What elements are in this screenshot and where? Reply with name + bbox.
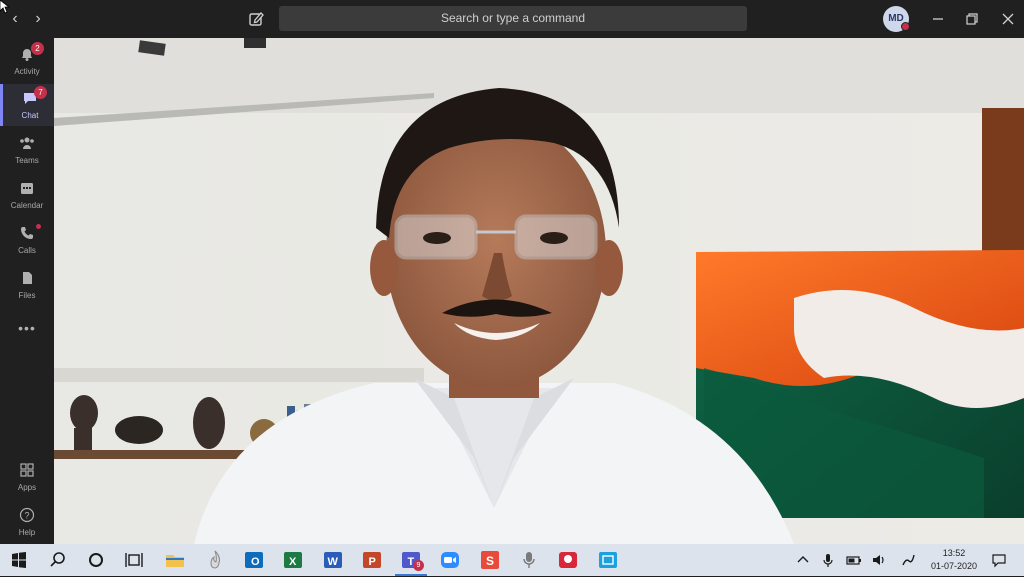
system-clock[interactable]: 13:52 01-07-2020	[922, 547, 986, 573]
powerpoint-icon[interactable]: P	[360, 548, 384, 572]
calls-notification-dot	[36, 224, 41, 229]
participant-video-image	[54, 38, 1024, 544]
restore-icon[interactable]	[962, 9, 982, 29]
rail-item-activity[interactable]: 2 Activity	[0, 40, 54, 82]
compose-icon[interactable]	[246, 9, 266, 29]
flame-app-icon[interactable]	[203, 548, 227, 572]
mouse-cursor-icon	[0, 0, 10, 14]
show-hidden-icons-icon[interactable]	[795, 552, 811, 568]
clock-date: 01-07-2020	[930, 561, 978, 571]
forward-icon[interactable]: ›	[28, 9, 48, 29]
file-explorer-icon[interactable]	[163, 548, 187, 572]
rail-item-teams[interactable]: Teams	[0, 129, 54, 171]
cortana-icon[interactable]	[84, 548, 108, 572]
teams-taskbar-button[interactable]: T 9	[395, 548, 427, 576]
close-icon[interactable]	[998, 9, 1018, 29]
clock-time: 13:52	[942, 548, 966, 558]
battery-icon[interactable]	[846, 552, 862, 568]
blue-app-icon[interactable]	[596, 548, 620, 572]
rail-item-label: Teams	[15, 156, 39, 165]
excel-icon[interactable]: X	[281, 548, 305, 572]
volume-icon[interactable]	[871, 552, 887, 568]
zoom-icon[interactable]	[438, 548, 462, 572]
chat-badge: 7	[34, 86, 47, 99]
rail-item-label: Chat	[21, 111, 39, 120]
word-icon[interactable]: W	[321, 548, 345, 572]
file-icon	[23, 272, 32, 284]
svg-text:O: O	[251, 556, 260, 568]
rail-item-label: Apps	[17, 483, 37, 492]
microphone-app-icon[interactable]	[517, 548, 541, 572]
title-bar: ‹ › Search or type a command MD	[0, 0, 1024, 38]
svg-text:S: S	[486, 554, 494, 568]
pen-workspace-icon[interactable]	[900, 552, 916, 568]
microphone-icon[interactable]	[820, 552, 836, 568]
activity-badge: 2	[31, 42, 44, 55]
teams-taskbar-badge: 9	[413, 560, 424, 571]
rail-item-apps[interactable]: Apps	[0, 456, 54, 498]
apps-icon	[20, 463, 34, 477]
more-apps-button[interactable]: •••	[0, 320, 54, 336]
rail-item-chat[interactable]: 7 Chat	[0, 84, 54, 126]
help-icon: ?	[19, 507, 35, 523]
outlook-icon[interactable]: O	[242, 548, 266, 572]
rail-item-calendar[interactable]: Calendar	[0, 174, 54, 216]
task-view-icon[interactable]	[122, 548, 146, 572]
rail-item-help[interactable]: ? Help	[0, 501, 54, 543]
minimize-icon[interactable]	[928, 9, 948, 29]
search-input[interactable]: Search or type a command	[279, 6, 747, 31]
teams-icon	[20, 137, 34, 149]
red-app-icon[interactable]	[556, 548, 580, 572]
rail-item-label: Files	[18, 291, 36, 300]
svg-text:W: W	[328, 556, 339, 568]
calendar-icon	[21, 183, 33, 194]
rail-item-files[interactable]: Files	[0, 264, 54, 306]
app-rail: 2 Activity 7 Chat Teams Calendar Calls F…	[0, 38, 54, 544]
rail-item-label: Activity	[14, 67, 40, 76]
svg-text:P: P	[369, 556, 376, 568]
rail-item-label: Calls	[18, 246, 36, 255]
rail-item-label: Calendar	[10, 201, 44, 210]
presence-status-icon	[901, 22, 910, 31]
rail-item-label: Help	[18, 528, 36, 537]
s-app-icon[interactable]: S	[478, 548, 502, 572]
notifications-icon[interactable]	[991, 552, 1007, 568]
svg-text:X: X	[289, 556, 297, 568]
svg-text:?: ?	[24, 511, 29, 521]
search-icon[interactable]	[46, 548, 70, 572]
phone-icon	[21, 227, 33, 239]
rail-item-calls[interactable]: Calls	[0, 219, 54, 261]
video-feed	[54, 38, 1024, 544]
windows-taskbar: O X W P T 9 S 13:52 01-07-2020	[0, 544, 1024, 576]
windows-start-icon[interactable]	[7, 548, 31, 572]
